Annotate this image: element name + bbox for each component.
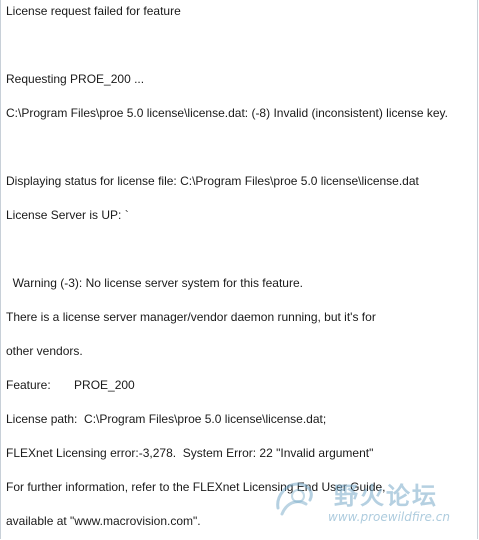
message-line: FLEXnet Licensing error:-3,278. System E… — [6, 446, 374, 460]
message-panel: License request failed for feature Reque… — [0, 0, 478, 539]
message-line: There is a license server manager/vendor… — [6, 310, 376, 324]
message-line: Displaying status for license file: C:\P… — [6, 174, 419, 188]
message-line: For further information, refer to the FL… — [6, 480, 386, 494]
message-line: C:\Program Files\proe 5.0 license\licens… — [6, 106, 448, 120]
message-line: Feature: PROE_200 — [6, 378, 135, 392]
message-line: License Server is UP: ` — [6, 208, 129, 222]
message-line: Warning (-3): No license server system f… — [6, 276, 303, 290]
message-line: Requesting PROE_200 ... — [6, 72, 145, 86]
message-line: other vendors. — [6, 344, 83, 358]
message-line: License path: C:\Program Files\proe 5.0 … — [6, 412, 327, 426]
message-line: available at "www.macrovision.com". — [6, 514, 201, 528]
message-line: License request failed for feature — [6, 4, 181, 18]
